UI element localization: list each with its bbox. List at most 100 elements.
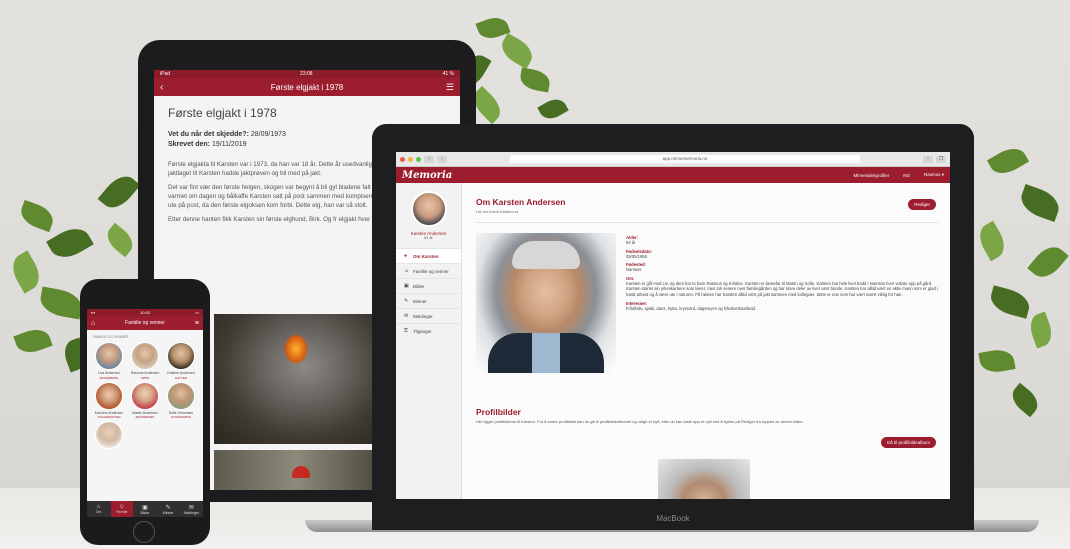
tablet-status-bar: iPad 23:08 41 %	[154, 70, 460, 78]
close-dot[interactable]	[400, 156, 405, 162]
tab-memories[interactable]: ✎ Minner	[157, 504, 179, 515]
back-icon[interactable]: ‹	[424, 155, 434, 163]
memory-photo-campfire[interactable]	[214, 314, 378, 444]
member-relation: SØNN	[140, 375, 150, 380]
tab-label: Om	[95, 510, 102, 514]
tablet-nav-title: Første elgjakt i 1978	[270, 82, 344, 92]
profile-picture-thumbnail[interactable]	[658, 459, 750, 499]
laptop-screen: ‹ › app.minnememoria.no ↑ ❐ Memoria Minn…	[396, 152, 950, 499]
page-title: Om Karsten Andersen	[476, 197, 566, 207]
header-link-profiles[interactable]: Minnesiderprofiler	[853, 173, 889, 178]
family-member[interactable]: Liva Andersen BARNEBARN	[93, 342, 125, 380]
avatar	[410, 191, 447, 227]
sidebar-item-label: Om Karsten	[413, 253, 439, 259]
profile-content: Om Karsten Andersen Litt om hvem Karsten…	[462, 183, 950, 499]
memory-title: Første elgjakt i 1978	[168, 106, 277, 120]
tab-label: Familie	[116, 510, 128, 514]
happened-label: Vet du når det skjedde?:	[168, 131, 249, 138]
menu-icon[interactable]: ≡	[195, 320, 199, 327]
sidebar-item-messages[interactable]: ✉ Meldinger	[396, 308, 461, 323]
header-user-menu[interactable]: Rasmus ▾	[924, 172, 944, 178]
tabs-icon[interactable]: ❐	[936, 155, 946, 163]
tablet-battery: 41 %	[442, 71, 454, 77]
family-member[interactable]: Sofie Simonsen SVIGERSØNN	[165, 381, 197, 419]
battery-icon: ▭	[195, 310, 199, 315]
profile-pictures-title: Profilbilder	[476, 407, 521, 417]
family-grid: Liva Andersen BARNEBARN Rasmus Andersen …	[87, 342, 203, 450]
family-member[interactable]: Rasmus Andersen SØNN	[129, 342, 161, 380]
sidebar-item-about[interactable]: ● Om Karsten	[396, 248, 461, 263]
avatar	[131, 342, 159, 370]
section-label: FAMILIE OG VENNER	[93, 335, 129, 339]
pen-icon: ✎	[165, 504, 171, 511]
pen-icon: ✎	[404, 298, 409, 304]
member-name: Rasmus Andersen	[130, 371, 160, 375]
phone-device: ▪▪▪ 10:02 ▭ ⌂ Familie og venner ≡ FAMILI…	[80, 279, 210, 545]
people-icon: ☺	[404, 268, 410, 274]
sidebar-item-label: Meldinger	[413, 313, 433, 319]
sidebar-item-label: Familie og venner	[413, 268, 449, 274]
zoom-dot[interactable]	[416, 156, 421, 162]
sidebar-item-family[interactable]: ☺ Familie og venner	[396, 263, 461, 278]
phone-tab-bar: ⌂ Om ☺ Familie ▣ Bilder ✎ Minner ✉ Meldinger	[87, 501, 203, 517]
member-relation: BARNEBARN	[99, 375, 119, 380]
tab-messages[interactable]: ✉ Meldinger	[180, 504, 202, 515]
tab-label: Minner	[162, 510, 174, 515]
member-relation: BARNEBARN	[135, 415, 155, 419]
family-member[interactable]: Martin Andersen BARNEBARN	[129, 381, 161, 419]
edit-button[interactable]: Rediger	[908, 199, 936, 210]
share-icon[interactable]: ↑	[923, 155, 933, 163]
profile-pictures-text: Her ligger profilbildene til Karsten. Fo…	[476, 419, 804, 424]
forward-icon[interactable]: ›	[437, 155, 447, 163]
home-button[interactable]	[133, 521, 155, 543]
profile-album-button[interactable]: Gå til profilbildealbum	[880, 437, 936, 448]
written-value: 19/11/2019	[211, 141, 247, 148]
sidebar-item-label: Minner	[413, 298, 427, 304]
address-bar[interactable]: app.minnememoria.no	[510, 155, 860, 163]
image-icon: ▣	[404, 283, 409, 289]
browser-toolbar: ‹ › app.minnememoria.no ↑ ❐	[396, 152, 950, 167]
home-icon[interactable]: ⌂	[91, 320, 95, 327]
member-name: Kristine Andersen	[167, 371, 195, 375]
phone-clock: 10:02	[140, 310, 151, 315]
mail-icon: ✉	[404, 313, 409, 319]
family-member[interactable]	[93, 421, 125, 450]
tab-family[interactable]: ☺ Familie	[110, 501, 133, 517]
page-subtitle: Litt om hvem Karsten er.	[476, 209, 520, 214]
brand-logo[interactable]: Memoria	[402, 170, 839, 181]
tab-photos[interactable]: ▣ Bilder	[134, 504, 156, 515]
back-icon[interactable]: ‹	[160, 82, 163, 93]
sidebar-item-memories[interactable]: ✎ Minner	[396, 293, 461, 308]
divider	[476, 222, 938, 223]
birthdate-value: 05/05/1955	[626, 253, 647, 259]
avatar	[131, 381, 159, 410]
phone-nav-bar: ⌂ Familie og venner ≡	[87, 316, 203, 330]
minimize-dot[interactable]	[408, 156, 413, 162]
avatar	[167, 381, 195, 410]
tab-about[interactable]: ⌂ Om	[88, 504, 110, 514]
family-member[interactable]: Karoline Andersen SVIGERDATTER	[93, 381, 125, 419]
tablet-nav-bar: ‹ Første elgjakt i 1978 ☰	[154, 78, 460, 96]
phone-nav-title: Familie og venner	[125, 320, 165, 326]
memory-photo-hunter[interactable]	[214, 450, 378, 490]
avatar	[167, 342, 195, 370]
sidebar-item-photos[interactable]: ▣ Bilder	[396, 278, 461, 293]
profile-photo[interactable]	[476, 233, 616, 373]
mail-icon: ✉	[188, 504, 194, 511]
person-icon: ●	[404, 253, 408, 259]
family-member[interactable]: Kristine Andersen DATTER	[165, 342, 197, 380]
member-relation: SVIGERDATTER	[97, 415, 121, 419]
about-value: Karsten er gift med Liv, og dem har to b…	[626, 280, 938, 297]
menu-icon[interactable]: ☰	[446, 82, 454, 93]
key-icon: ⚿	[404, 328, 408, 334]
avatar	[95, 381, 123, 410]
phone-screen: ▪▪▪ 10:02 ▭ ⌂ Familie og venner ≡ FAMILI…	[87, 309, 203, 517]
tab-label: Bilder	[140, 510, 150, 515]
app-header: Memoria Minnesiderprofiler NO Rasmus ▾	[396, 167, 950, 183]
laptop-brand-label: MacBook	[656, 514, 690, 523]
sidebar-item-label: Bilder	[413, 283, 425, 289]
header-link-language[interactable]: NO	[903, 173, 910, 178]
avatar	[95, 342, 123, 370]
image-icon: ▣	[142, 504, 148, 511]
sidebar-item-access[interactable]: ⚿ Tilganger	[396, 323, 461, 338]
